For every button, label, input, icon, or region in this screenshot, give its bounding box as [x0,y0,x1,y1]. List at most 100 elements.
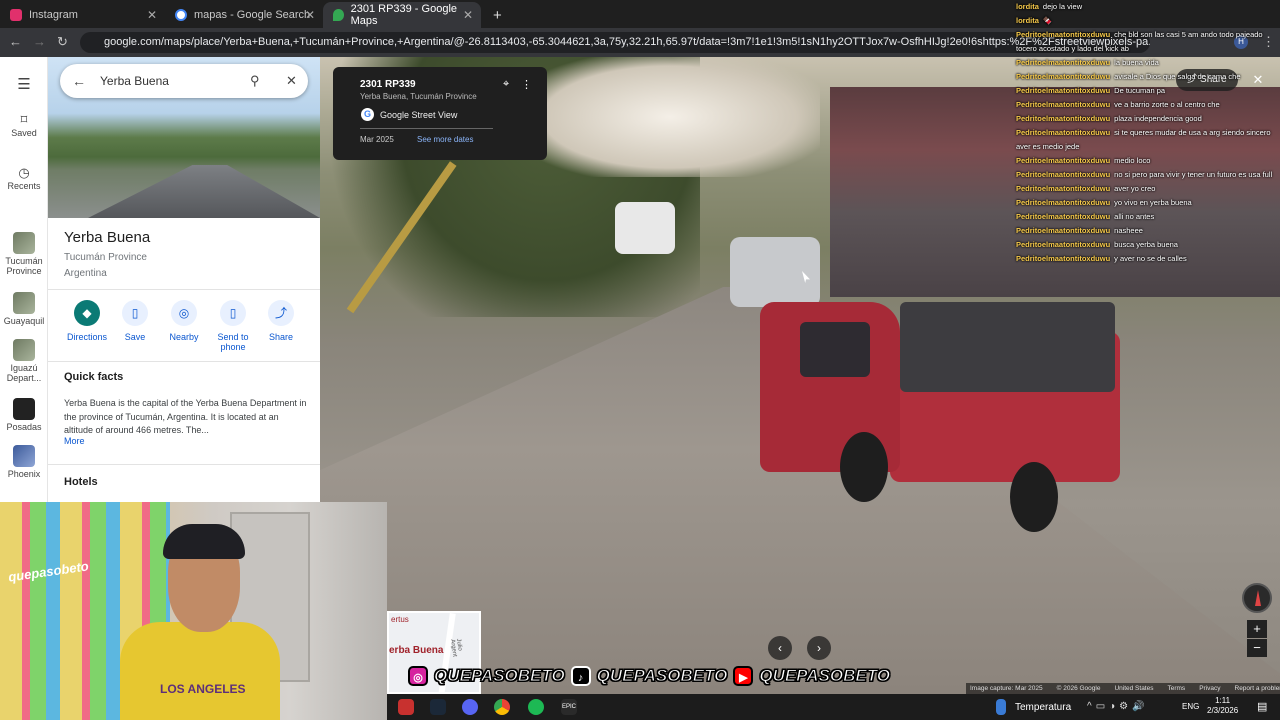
menu-icon[interactable]: ☰ [0,75,48,93]
more-options-icon[interactable]: ⋮ [521,78,532,91]
footer-privacy[interactable]: Privacy [1199,683,1220,694]
notification-icon[interactable]: ▤ [1257,700,1267,713]
next-arrow-button[interactable]: › [807,636,831,660]
recent-place-tucuman[interactable]: Tucumán Province [0,232,48,276]
epic-games-icon[interactable]: EPIC [561,699,577,715]
place-label: Posadas [6,422,42,432]
place-thumbnail [13,292,35,314]
minimap-road-label: Julio Argent [449,638,463,658]
divider [360,128,493,129]
send-to-phone-button[interactable]: ▯ Send to phone [208,300,258,352]
streamer-cap [163,524,245,559]
recent-place-iguazu[interactable]: Iguazú Depart... [0,339,48,383]
clear-search-icon[interactable]: ✕ [286,73,297,89]
zoom-out-button[interactable]: − [1247,639,1267,657]
chat-username: lordita [1016,2,1039,11]
place-thumbnail [13,445,35,467]
truck-window [800,322,870,377]
share-button[interactable]: ⤴ Share [256,300,306,342]
clock[interactable]: 1:11 2/3/2026 [1207,696,1238,716]
url-input[interactable]: google.com/maps/place/Yerba+Buena,+Tucum… [80,32,1150,53]
streamer-shirt: LOS ANGELES [120,622,280,720]
directions-icon: ◆ [74,300,100,326]
chat-username: Pedritoelmaatontitoxduwu [1016,254,1111,263]
chat-message: Pedritoelmaatontitoxduwu alli no antes [1013,210,1280,224]
chat-message: Pedritoelmaatontitoxduwu aver yo creo [1013,182,1280,196]
chat-message: Pedritoelmaatontitoxduwu nasheee [1013,224,1280,238]
date: 2/3/2026 [1207,706,1239,715]
footer-terms[interactable]: Terms [1167,683,1185,694]
tab-google-maps[interactable]: 2301 RP339 - Google Maps ✕ [323,2,481,28]
chat-text: no si pero para vivir y tener un futuro … [1114,170,1273,179]
handle-text: QUEPASOBETO [759,666,891,686]
place-country: Argentina [64,268,107,279]
chat-text: plaza independencia good [1114,114,1202,123]
zoom-in-button[interactable]: + [1247,620,1267,638]
reload-icon[interactable]: ↻ [57,34,68,50]
chrome-icon[interactable] [494,699,510,715]
app-icon[interactable] [398,699,414,715]
chat-username: Pedritoelmaatontitoxduwu [1016,72,1111,81]
app-icon[interactable] [528,699,544,715]
footer-report[interactable]: Report a problem [1235,683,1280,694]
search-icon[interactable]: ⚲ [250,73,260,89]
recents-button[interactable]: ◷ Recents [0,165,48,191]
webcam-overlay: quepasobeto LOS ANGELES [0,502,387,720]
quick-facts-text: Yerba Buena is the capital of the Yerba … [64,398,307,435]
chat-username: Pedritoelmaatontitoxduwu [1016,184,1111,193]
directions-button[interactable]: ◆ Directions [62,300,112,342]
tab-google-search[interactable]: mapas - Google Search ✕ [165,2,323,28]
tab-instagram[interactable]: Instagram ✕ [0,2,165,28]
chat-text: 🍫 [1042,16,1053,25]
forward-icon[interactable]: → [33,34,46,49]
compass-icon[interactable] [1242,583,1272,613]
minimap-label: ertus [391,615,409,624]
handle-text: QUEPASOBETO [596,666,728,686]
recent-place-phoenix[interactable]: Phoenix [0,445,48,479]
google-icon [175,9,187,21]
chat-text: De tucuman pa [1114,86,1166,95]
chat-message: Pedritoelmaatontitoxduwu avisale a Dios q… [1013,70,1280,84]
close-tab-icon[interactable]: ✕ [305,8,315,22]
steam-icon[interactable] [430,699,446,715]
location-pin-icon[interactable]: ⌖ [503,78,509,91]
chat-username: Pedritoelmaatontitoxduwu [1016,114,1111,123]
saved-button[interactable]: ⌑ Saved [0,112,48,138]
place-label: Guayaquil [3,316,45,326]
history-icon: ◷ [18,165,30,180]
close-tab-icon[interactable]: ✕ [147,8,157,22]
system-tray-icons[interactable]: ^▭◑⚙🔊 [1087,701,1149,712]
save-button[interactable]: ▯ Save [110,300,160,342]
share-icon: ⤴ [268,300,294,326]
new-tab-button[interactable]: + [483,2,503,28]
back-arrow-icon[interactable]: ← [72,73,86,89]
capture-date: Mar 2025 [360,135,394,144]
divider [48,464,320,465]
recent-place-guayaquil[interactable]: Guayaquil [0,292,48,326]
action-label: Send to phone [217,332,249,352]
truck-cover [900,302,1115,392]
chat-username: Pedritoelmaatontitoxduwu [1016,198,1111,207]
more-link[interactable]: More [64,436,85,446]
weather-label[interactable]: Temperatura [1015,702,1071,713]
action-label: Share [268,332,294,342]
chat-text: alli no antes [1114,212,1155,221]
place-thumbnail [13,398,35,420]
search-box[interactable]: ← Yerba Buena ⚲ ✕ [60,64,308,98]
chat-message: Pedritoelmaatontitoxduwu De tucuman pa [1013,84,1280,98]
compass-needle [1255,590,1261,606]
phone-icon: ▯ [220,300,246,326]
back-icon[interactable]: ← [9,34,22,49]
see-more-dates-link[interactable]: See more dates [417,135,473,144]
street-view-footer: Image capture: Mar 2025 © 2026 Google Un… [966,683,1280,694]
language-indicator[interactable]: ENG [1182,702,1199,711]
recent-place-posadas[interactable]: Posadas [0,398,48,432]
footer-region[interactable]: United States [1114,683,1153,694]
close-tab-icon[interactable]: ✕ [463,8,473,22]
nearby-button[interactable]: ◎ Nearby [159,300,209,342]
sky [520,57,820,177]
weather-icon [996,699,1006,715]
previous-arrow-button[interactable]: ‹ [768,636,792,660]
search-input[interactable]: Yerba Buena [100,74,169,88]
discord-icon[interactable] [462,699,478,715]
